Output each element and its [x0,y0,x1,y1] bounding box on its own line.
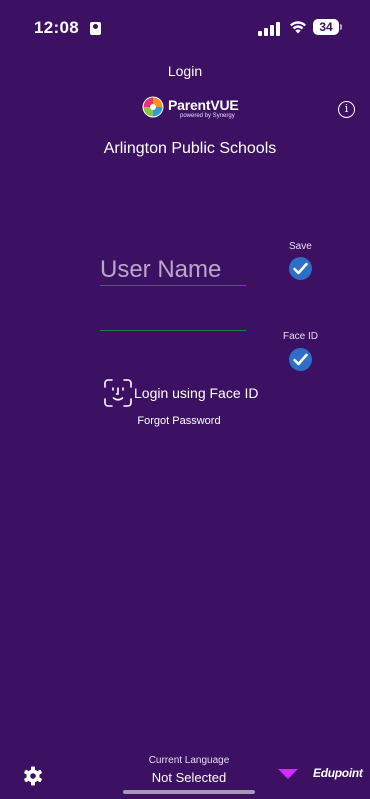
checkmark-icon [293,262,308,275]
password-input[interactable] [100,330,246,331]
parentvue-logo: ParentVUE powered by Synergy [142,96,242,120]
faceid-label: Face ID [283,331,319,342]
face-id-icon[interactable] [103,378,133,408]
username-underline [100,285,246,286]
checkmark-icon [293,353,308,366]
chevron-down-icon[interactable] [278,769,298,779]
parentvue-logo-icon [142,96,164,118]
logo-text: ParentVUE [168,97,239,113]
status-bar: 12:08 34 [0,0,370,44]
save-label: Save [289,241,312,252]
district-name: Arlington Public Schools [103,140,277,157]
wifi-icon [290,21,306,34]
cellular-signal-icon [258,22,280,36]
person-badge-icon [90,22,101,35]
info-icon[interactable]: i [338,101,355,118]
logo-subtitle: powered by Synergy [180,113,235,119]
status-time: 12:08 [34,18,79,37]
page-title: Login [167,63,203,79]
username-input[interactable]: User Name [100,256,246,288]
current-language-label: Current Language [148,755,230,766]
faceid-login-link[interactable]: Login using Face ID [134,385,259,401]
save-checkbox[interactable] [289,257,312,280]
forgot-password-link[interactable]: Forgot Password [0,415,358,427]
battery-icon: 34 [313,19,339,35]
home-indicator[interactable] [123,790,255,794]
battery-tip [340,24,342,30]
edupoint-logo: Edupoint [313,766,363,780]
faceid-checkbox[interactable] [289,348,312,371]
